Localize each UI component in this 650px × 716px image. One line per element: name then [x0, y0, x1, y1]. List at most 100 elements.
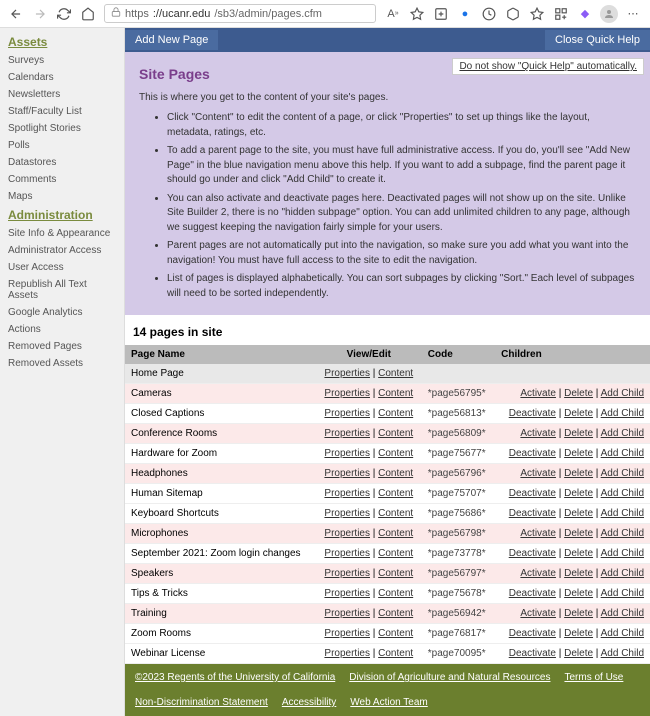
avatar[interactable] — [600, 5, 618, 23]
favorites-icon[interactable] — [528, 5, 546, 23]
properties-link[interactable]: Properties — [324, 428, 370, 439]
add-child-link[interactable]: Add Child — [601, 508, 644, 519]
deactivate-link[interactable]: Deactivate — [509, 588, 556, 599]
deactivate-link[interactable]: Deactivate — [509, 488, 556, 499]
sidebar-item[interactable]: Spotlight Stories — [0, 120, 124, 137]
add-child-link[interactable]: Add Child — [601, 388, 644, 399]
add-child-link[interactable]: Add Child — [601, 488, 644, 499]
content-link[interactable]: Content — [378, 368, 413, 379]
footer-link[interactable]: Terms of Use — [564, 672, 623, 683]
url-bar[interactable]: https://ucanr.edu/sb3/admin/pages.cfm — [104, 4, 376, 23]
add-child-link[interactable]: Add Child — [601, 628, 644, 639]
delete-link[interactable]: Delete — [564, 448, 593, 459]
add-child-link[interactable]: Add Child — [601, 608, 644, 619]
collections-icon[interactable] — [552, 5, 570, 23]
content-link[interactable]: Content — [378, 508, 413, 519]
footer-copyright[interactable]: ©2023 Regents of the University of Calif… — [135, 672, 335, 683]
deactivate-link[interactable]: Deactivate — [509, 628, 556, 639]
add-child-link[interactable]: Add Child — [601, 648, 644, 659]
sidebar-item[interactable]: Comments — [0, 171, 124, 188]
deactivate-link[interactable]: Deactivate — [509, 448, 556, 459]
sidebar-header[interactable]: Administration — [0, 205, 124, 225]
delete-link[interactable]: Delete — [564, 508, 593, 519]
add-new-page-button[interactable]: Add New Page — [125, 30, 218, 50]
footer-link[interactable]: Web Action Team — [350, 697, 427, 708]
sidebar-item[interactable]: Administrator Access — [0, 242, 124, 259]
delete-link[interactable]: Delete — [564, 548, 593, 559]
sidebar-item[interactable]: Datastores — [0, 154, 124, 171]
more-icon[interactable]: ⋯ — [624, 5, 642, 23]
activate-link[interactable]: Activate — [520, 428, 556, 439]
sidebar-item[interactable]: Staff/Faculty List — [0, 103, 124, 120]
sidebar-item[interactable]: User Access — [0, 259, 124, 276]
sidebar-item[interactable]: Surveys — [0, 52, 124, 69]
deactivate-link[interactable]: Deactivate — [509, 648, 556, 659]
add-child-link[interactable]: Add Child — [601, 548, 644, 559]
delete-link[interactable]: Delete — [564, 488, 593, 499]
deactivate-link[interactable]: Deactivate — [509, 548, 556, 559]
content-link[interactable]: Content — [378, 468, 413, 479]
sidebar-item[interactable]: Republish All Text Assets — [0, 276, 124, 304]
properties-link[interactable]: Properties — [324, 488, 370, 499]
addtab-icon[interactable] — [432, 5, 450, 23]
properties-link[interactable]: Properties — [324, 368, 370, 379]
delete-link[interactable]: Delete — [564, 588, 593, 599]
properties-link[interactable]: Properties — [324, 508, 370, 519]
properties-link[interactable]: Properties — [324, 468, 370, 479]
activate-link[interactable]: Activate — [520, 568, 556, 579]
footer-link[interactable]: Accessibility — [282, 697, 336, 708]
sidebar-header[interactable]: Assets — [0, 32, 124, 52]
content-link[interactable]: Content — [378, 528, 413, 539]
deactivate-link[interactable]: Deactivate — [509, 508, 556, 519]
delete-link[interactable]: Delete — [564, 568, 593, 579]
sidebar-item[interactable]: Maps — [0, 188, 124, 205]
add-child-link[interactable]: Add Child — [601, 448, 644, 459]
sidebar-item[interactable]: Removed Pages — [0, 338, 124, 355]
profile-dot-icon[interactable]: ● — [456, 5, 474, 23]
add-child-link[interactable]: Add Child — [601, 408, 644, 419]
properties-link[interactable]: Properties — [324, 628, 370, 639]
delete-link[interactable]: Delete — [564, 468, 593, 479]
sidebar-item[interactable]: Calendars — [0, 69, 124, 86]
history-icon[interactable] — [480, 5, 498, 23]
content-link[interactable]: Content — [378, 608, 413, 619]
sidebar-item[interactable]: Google Analytics — [0, 304, 124, 321]
content-link[interactable]: Content — [378, 488, 413, 499]
sidebar-item[interactable]: Site Info & Appearance — [0, 225, 124, 242]
delete-link[interactable]: Delete — [564, 428, 593, 439]
content-link[interactable]: Content — [378, 408, 413, 419]
sidebar-item[interactable]: Actions — [0, 321, 124, 338]
properties-link[interactable]: Properties — [324, 608, 370, 619]
sidebar-item[interactable]: Polls — [0, 137, 124, 154]
delete-link[interactable]: Delete — [564, 648, 593, 659]
delete-link[interactable]: Delete — [564, 528, 593, 539]
activate-link[interactable]: Activate — [520, 528, 556, 539]
forward-icon[interactable] — [32, 6, 48, 22]
properties-link[interactable]: Properties — [324, 388, 370, 399]
activate-link[interactable]: Activate — [520, 388, 556, 399]
properties-link[interactable]: Properties — [324, 548, 370, 559]
extensions-icon[interactable] — [504, 5, 522, 23]
back-icon[interactable] — [8, 6, 24, 22]
refresh-icon[interactable] — [56, 6, 72, 22]
add-child-link[interactable]: Add Child — [601, 588, 644, 599]
delete-link[interactable]: Delete — [564, 408, 593, 419]
properties-link[interactable]: Properties — [324, 408, 370, 419]
delete-link[interactable]: Delete — [564, 388, 593, 399]
sidebar-item[interactable]: Removed Assets — [0, 355, 124, 372]
content-link[interactable]: Content — [378, 448, 413, 459]
footer-link[interactable]: Non-Discrimination Statement — [135, 697, 268, 708]
content-link[interactable]: Content — [378, 428, 413, 439]
properties-link[interactable]: Properties — [324, 648, 370, 659]
properties-link[interactable]: Properties — [324, 568, 370, 579]
properties-link[interactable]: Properties — [324, 528, 370, 539]
content-link[interactable]: Content — [378, 648, 413, 659]
add-child-link[interactable]: Add Child — [601, 468, 644, 479]
content-link[interactable]: Content — [378, 588, 413, 599]
footer-link[interactable]: Division of Agriculture and Natural Reso… — [349, 672, 550, 683]
app-icon[interactable]: ◆ — [576, 5, 594, 23]
content-link[interactable]: Content — [378, 388, 413, 399]
content-link[interactable]: Content — [378, 548, 413, 559]
sidebar-item[interactable]: Newsletters — [0, 86, 124, 103]
add-child-link[interactable]: Add Child — [601, 428, 644, 439]
